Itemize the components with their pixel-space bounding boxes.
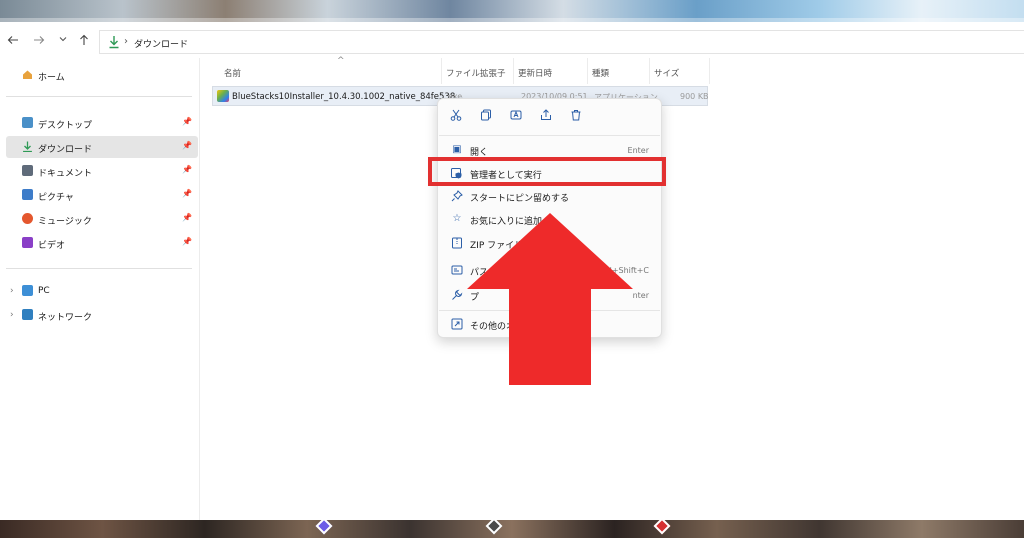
context-quick-actions bbox=[438, 107, 663, 127]
desktop-wallpaper-bottom bbox=[0, 517, 1024, 538]
breadcrumb-separator: › bbox=[124, 36, 128, 47]
navigation-pane: ホーム デスクトップ 📌 ダウンロード 📌 ドキュメント 📌 ピクチャ 📌 ミュ… bbox=[0, 58, 200, 520]
network-icon bbox=[22, 309, 33, 320]
star-icon: ☆ bbox=[452, 213, 462, 224]
sidebar-item-pc[interactable]: › PC bbox=[6, 280, 198, 302]
arrow-left-icon bbox=[7, 36, 18, 44]
file-size: 900 KB bbox=[680, 92, 709, 101]
home-icon bbox=[23, 70, 32, 79]
desktop-wallpaper-top bbox=[0, 0, 1024, 22]
video-icon bbox=[22, 237, 33, 248]
forward-button[interactable] bbox=[32, 34, 46, 48]
menu-item-shortcut: nter bbox=[632, 291, 649, 300]
download-icon bbox=[23, 141, 32, 152]
computer-icon bbox=[22, 285, 33, 296]
column-header-label: 更新日時 bbox=[518, 69, 553, 79]
sidebar-item-label: ダウンロード bbox=[38, 145, 93, 155]
menu-separator bbox=[439, 135, 660, 136]
menu-item-shortcut: Enter bbox=[627, 146, 649, 155]
sidebar-item-pictures[interactable]: ピクチャ 📌 bbox=[6, 184, 198, 206]
bluestacks-app-icon bbox=[217, 90, 229, 102]
sidebar-item-downloads[interactable]: ダウンロード 📌 bbox=[6, 136, 198, 158]
sidebar-item-label: ビデオ bbox=[38, 241, 66, 251]
copy-path-icon bbox=[451, 264, 463, 276]
file-name: BlueStacks10Installer_10.4.30.1002_nativ… bbox=[232, 92, 464, 102]
sidebar-item-label: ネットワーク bbox=[38, 313, 93, 323]
sidebar-item-music[interactable]: ミュージック 📌 bbox=[6, 208, 198, 230]
wallpaper-gem bbox=[485, 517, 503, 535]
chevron-down-icon bbox=[59, 37, 67, 42]
delete-icon[interactable] bbox=[569, 109, 583, 123]
back-button[interactable] bbox=[6, 34, 20, 48]
column-header-extension[interactable]: ファイル拡張子 bbox=[446, 58, 514, 84]
chevron-right-icon[interactable]: › bbox=[10, 310, 14, 320]
open-icon: ▣ bbox=[452, 144, 462, 155]
breadcrumb-downloads[interactable]: ダウンロード bbox=[134, 37, 188, 50]
column-header-modified[interactable]: 更新日時 bbox=[518, 58, 588, 84]
sidebar-item-label: ドキュメント bbox=[38, 169, 93, 179]
recent-locations-button[interactable] bbox=[56, 34, 70, 48]
download-icon bbox=[109, 36, 119, 49]
sidebar-item-home[interactable]: ホーム bbox=[6, 64, 198, 86]
menu-item-pin-to-start[interactable]: スタートにピン留めする bbox=[442, 185, 659, 207]
column-header-label: 種類 bbox=[592, 69, 610, 79]
sidebar-item-label: ピクチャ bbox=[38, 193, 74, 203]
document-icon bbox=[22, 165, 33, 176]
pin-icon[interactable]: 📌 bbox=[182, 189, 192, 198]
sidebar-divider bbox=[6, 268, 192, 269]
address-bar[interactable]: › ダウンロード bbox=[99, 30, 1024, 54]
sidebar-item-network[interactable]: › ネットワーク bbox=[6, 304, 198, 326]
music-icon bbox=[22, 213, 33, 224]
column-header-size[interactable]: サイズ bbox=[654, 58, 710, 84]
navigation-bar: › ダウンロード bbox=[0, 30, 1024, 54]
sidebar-item-desktop[interactable]: デスクトップ 📌 bbox=[6, 112, 198, 134]
sidebar-item-label: デスクトップ bbox=[38, 121, 93, 131]
sidebar-item-videos[interactable]: ビデオ 📌 bbox=[6, 232, 198, 254]
pictures-icon bbox=[22, 189, 33, 200]
sidebar-item-label: ミュージック bbox=[38, 217, 92, 227]
wallpaper-gem bbox=[315, 517, 333, 535]
pin-icon[interactable]: 📌 bbox=[182, 165, 192, 174]
pin-icon[interactable]: 📌 bbox=[182, 141, 192, 150]
up-button[interactable] bbox=[77, 34, 91, 48]
copy-icon[interactable] bbox=[479, 109, 493, 123]
column-header-label: ファイル拡張子 bbox=[446, 69, 506, 79]
pin-icon[interactable]: 📌 bbox=[182, 213, 192, 222]
annotation-arrow-up-icon bbox=[467, 213, 633, 385]
cut-icon[interactable] bbox=[449, 109, 463, 123]
zip-icon bbox=[451, 237, 463, 249]
rename-icon[interactable] bbox=[509, 109, 523, 123]
sidebar-item-documents[interactable]: ドキュメント 📌 bbox=[6, 160, 198, 182]
sidebar-item-label: PC bbox=[38, 286, 50, 296]
pin-icon[interactable]: 📌 bbox=[182, 237, 192, 246]
sidebar-divider bbox=[6, 96, 192, 97]
wallpaper-gem bbox=[653, 517, 671, 535]
wrench-icon bbox=[451, 289, 463, 301]
column-header-type[interactable]: 種類 bbox=[592, 58, 650, 84]
arrow-up-icon bbox=[80, 34, 88, 45]
more-options-icon bbox=[451, 318, 463, 330]
menu-item-label: スタートにピン留めする bbox=[470, 194, 570, 204]
desktop-icon bbox=[22, 117, 33, 128]
chevron-right-icon[interactable]: › bbox=[10, 286, 14, 296]
arrow-right-icon bbox=[34, 36, 45, 44]
highlight-box bbox=[428, 157, 666, 186]
share-icon[interactable] bbox=[539, 109, 553, 123]
column-header-label: 名前 bbox=[224, 69, 242, 79]
column-header-name[interactable]: ^ 名前 bbox=[224, 56, 442, 84]
pin-icon[interactable]: 📌 bbox=[182, 117, 192, 126]
sidebar-item-label: ホーム bbox=[38, 73, 65, 83]
pin-icon bbox=[451, 190, 463, 202]
sort-ascending-icon: ^ bbox=[337, 56, 345, 66]
column-header-label: サイズ bbox=[654, 69, 680, 79]
